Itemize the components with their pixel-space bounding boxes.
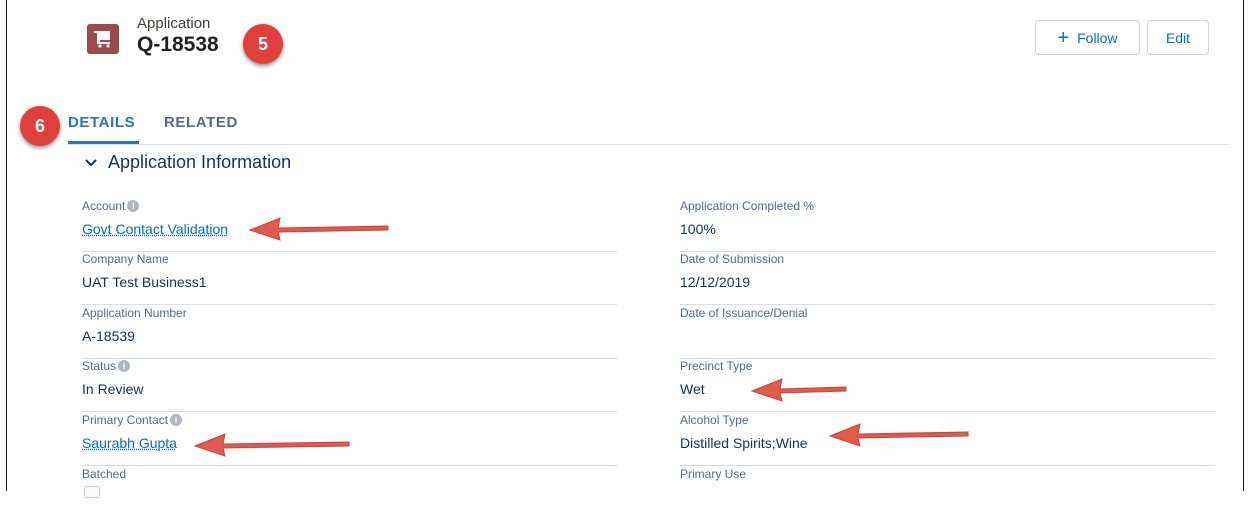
primary-contact-link[interactable]: Saurabh Gupta: [82, 435, 177, 451]
callout-arrow-precinct: [750, 378, 847, 402]
info-icon[interactable]: i: [127, 200, 140, 212]
tab-related[interactable]: RELATED: [164, 114, 238, 131]
callout-badge-5: 5: [243, 24, 283, 64]
field-label: Company Name: [82, 252, 169, 266]
field-label: Status: [82, 359, 117, 373]
follow-button-label: Follow: [1077, 29, 1118, 46]
section-header[interactable]: Application Information: [84, 152, 291, 173]
field-value: Distilled Spirits;Wine: [680, 435, 808, 451]
field-value: 100%: [680, 221, 716, 237]
field-label: Account: [82, 199, 126, 213]
field-label: Alcohol Type: [680, 413, 749, 427]
object-type-label: Application: [137, 15, 211, 32]
field-label: Application Number: [82, 306, 187, 320]
field-label: Date of Issuance/Denial: [680, 306, 808, 320]
tab-details[interactable]: DETAILS: [68, 114, 135, 131]
info-icon[interactable]: i: [118, 360, 131, 372]
field-value: In Review: [82, 381, 144, 397]
field-label: Application Completed %: [680, 199, 815, 213]
section-title: Application Information: [108, 152, 292, 172]
edit-button[interactable]: Edit: [1147, 20, 1209, 55]
field-date-of-issuance: Date of Issuance/Denial: [680, 306, 1215, 359]
field-application-number: Application Number A-18539: [82, 306, 617, 359]
field-batched: Batched: [82, 467, 617, 519]
callout-arrow-primary-contact: [193, 433, 350, 457]
field-primary-use: Primary Use: [680, 467, 1215, 519]
field-label: Precinct Type: [680, 359, 753, 373]
plus-icon: +: [1057, 26, 1070, 49]
record-title: Q-18538: [137, 33, 219, 56]
account-link[interactable]: Govt Contact Validation: [82, 221, 228, 237]
callout-badge-6: 6: [20, 106, 60, 146]
field-value: Wet: [680, 381, 705, 397]
field-date-of-submission: Date of Submission 12/12/2019: [680, 252, 1215, 305]
callout-arrow-alcohol: [828, 423, 969, 447]
tab-divider: [68, 144, 1228, 145]
field-application-completed: Application Completed % 100%: [680, 199, 1215, 252]
field-value: A-18539: [82, 328, 135, 344]
field-label: Primary Contact: [82, 413, 169, 427]
callout-arrow-account: [248, 217, 389, 241]
field-label: Batched: [82, 467, 127, 481]
field-label: Primary Use: [680, 467, 747, 481]
info-icon[interactable]: i: [170, 414, 183, 426]
batched-checkbox[interactable]: [84, 486, 100, 498]
field-status: Status i In Review: [82, 359, 617, 412]
cart-icon: [87, 24, 119, 54]
field-company-name: Company Name UAT Test Business1: [82, 252, 617, 305]
follow-button[interactable]: + Follow: [1035, 20, 1140, 55]
field-value: UAT Test Business1: [82, 274, 207, 290]
chevron-down-icon: [85, 158, 97, 166]
field-label: Date of Submission: [680, 252, 785, 266]
field-value: 12/12/2019: [680, 274, 751, 290]
